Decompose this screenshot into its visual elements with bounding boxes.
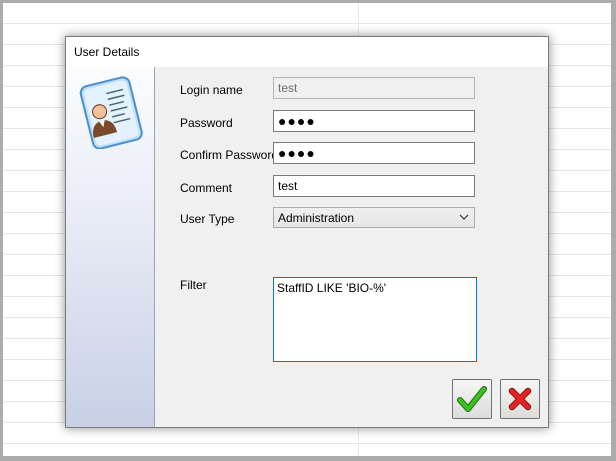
login-name-field[interactable]: test (273, 77, 475, 99)
confirm-password-field[interactable]: ●●●● (273, 142, 475, 164)
comment-label: Comment (180, 181, 233, 195)
comment-field[interactable]: test (273, 175, 475, 197)
side-panel (66, 67, 155, 427)
title-bar[interactable]: User Details (66, 37, 548, 67)
user-type-label: User Type (180, 212, 235, 226)
cancel-button[interactable] (500, 379, 540, 419)
user-details-dialog: User Details Login name test Password ●●… (65, 36, 549, 428)
chevron-down-icon (459, 214, 469, 220)
dialog-title: User Details (74, 45, 140, 59)
filter-textarea[interactable]: StaffID LIKE 'BIO-%' (273, 277, 477, 362)
user-type-select[interactable]: Administration (273, 207, 475, 228)
user-type-value: Administration (278, 211, 355, 225)
login-name-label: Login name (180, 83, 243, 97)
ok-button[interactable] (452, 379, 492, 419)
confirm-password-label: Confirm Password (180, 148, 279, 162)
filter-label: Filter (180, 278, 207, 292)
password-label: Password (180, 116, 233, 130)
password-field[interactable]: ●●●● (273, 110, 475, 132)
user-card-icon (79, 76, 143, 149)
x-icon (508, 387, 532, 411)
checkmark-icon (457, 386, 487, 412)
